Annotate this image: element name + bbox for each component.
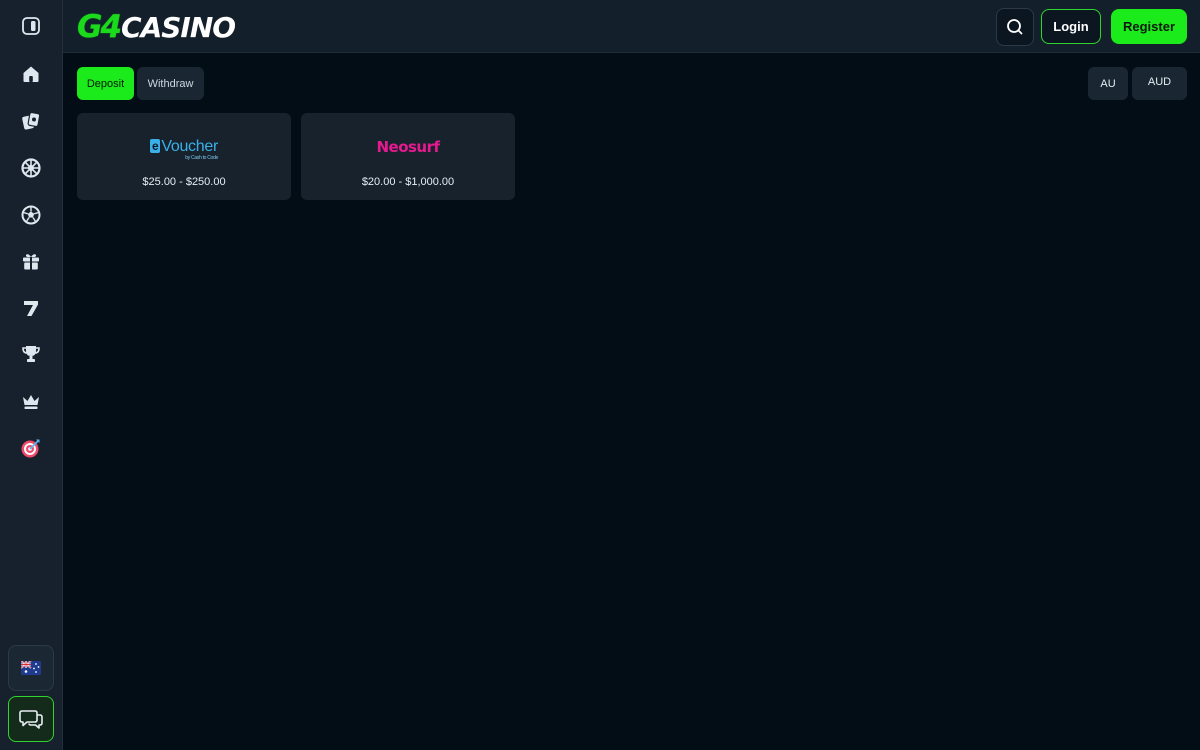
target-icon xyxy=(21,439,40,458)
search-icon xyxy=(1007,19,1023,35)
trophy-icon xyxy=(22,346,40,362)
evoucher-logo: e Voucher by Cash to Code xyxy=(77,135,291,161)
crown-icon xyxy=(23,395,39,409)
roulette-icon xyxy=(21,158,41,178)
neosurf-logo: Neosurf xyxy=(301,135,515,159)
cards-icon xyxy=(22,111,41,130)
payment-method-evoucher[interactable]: e Voucher by Cash to Code $25.00 - $250.0… xyxy=(77,113,291,200)
sidebar-item-missions[interactable] xyxy=(8,425,54,471)
evoucher-logo-text: Voucher xyxy=(161,138,218,155)
evoucher-logo-subtext: by Cash to Code xyxy=(185,155,218,161)
sidebar xyxy=(0,0,63,750)
logo-casino: CASINO xyxy=(121,10,236,44)
home-icon xyxy=(23,66,39,82)
soccer-ball-icon xyxy=(21,205,41,225)
app-root: G4 CASINO Login Register Deposit Withdra… xyxy=(0,0,1200,750)
live-chat-button[interactable] xyxy=(8,696,54,742)
language-selector[interactable] xyxy=(8,645,54,691)
australia-flag-icon xyxy=(21,661,41,675)
chat-icon xyxy=(19,710,43,729)
sidebar-item-casino[interactable] xyxy=(8,98,54,144)
tab-deposit[interactable]: Deposit xyxy=(77,67,134,100)
tab-withdraw[interactable]: Withdraw xyxy=(137,67,204,100)
payment-method-neosurf[interactable]: Neosurf $20.00 - $1,000.00 xyxy=(301,113,515,200)
top-header: G4 CASINO Login Register xyxy=(63,0,1200,53)
site-logo[interactable]: G4 CASINO xyxy=(77,9,236,45)
currency-selector[interactable]: AUD xyxy=(1132,67,1187,100)
evoucher-logo-badge: e xyxy=(150,139,161,153)
sidebar-item-tournaments[interactable] xyxy=(8,331,54,377)
sidebar-toggle-button[interactable] xyxy=(8,3,54,49)
logo-g4: G4 xyxy=(77,9,122,45)
evoucher-range: $25.00 - $250.00 xyxy=(142,176,226,188)
login-button[interactable]: Login xyxy=(1041,9,1101,44)
sidebar-item-slots[interactable] xyxy=(8,285,54,331)
neosurf-logo-text: Neosurf xyxy=(376,138,440,156)
neosurf-range: $20.00 - $1,000.00 xyxy=(361,176,455,188)
sidebar-toggle-icon xyxy=(22,17,40,35)
sidebar-item-live-casino[interactable] xyxy=(8,145,54,191)
country-selector[interactable]: AU xyxy=(1088,67,1128,100)
search-button[interactable] xyxy=(996,8,1034,46)
sidebar-item-home[interactable] xyxy=(8,51,54,97)
sidebar-item-promotions[interactable] xyxy=(8,238,54,284)
gift-icon xyxy=(23,254,39,270)
sidebar-item-sports[interactable] xyxy=(8,192,54,238)
seven-icon xyxy=(24,301,38,316)
register-button[interactable]: Register xyxy=(1111,9,1187,44)
sidebar-item-vip[interactable] xyxy=(8,378,54,424)
